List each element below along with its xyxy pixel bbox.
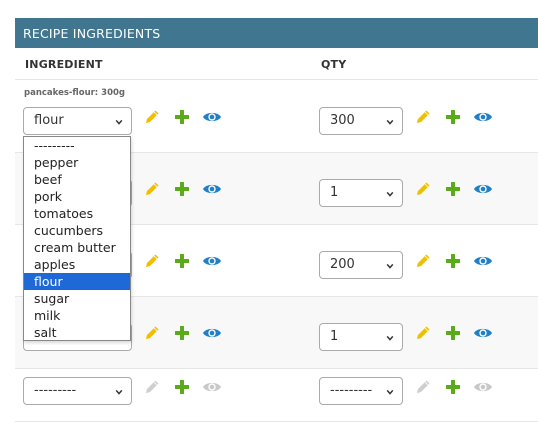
add-plus-icon[interactable] — [444, 252, 462, 270]
edit-pencil-icon[interactable] — [414, 252, 432, 270]
qty-select-value: 300 — [330, 113, 355, 128]
view-eye-icon[interactable] — [473, 254, 493, 268]
add-plus-icon[interactable] — [173, 324, 191, 342]
view-eye-icon — [202, 380, 222, 394]
chevron-down-icon — [386, 262, 394, 270]
add-plus-icon[interactable] — [444, 108, 462, 126]
original-text: pancakes-flour: 300g — [24, 88, 125, 98]
ingredient-select-value: flour — [34, 113, 64, 128]
dropdown-option[interactable]: tomatoes — [24, 205, 130, 222]
dropdown-option[interactable]: cream butter — [24, 239, 130, 256]
edit-pencil-icon[interactable] — [143, 180, 161, 198]
view-eye-icon — [473, 380, 493, 394]
qty-select-value: 1 — [330, 185, 339, 200]
edit-pencil-icon[interactable] — [414, 108, 432, 126]
qty-select[interactable]: 300 — [319, 107, 403, 135]
edit-pencil-icon[interactable] — [143, 324, 161, 342]
edit-pencil-icon[interactable] — [414, 180, 432, 198]
add-plus-icon[interactable] — [173, 108, 191, 126]
row-divider — [15, 368, 538, 369]
qty-select-value: 200 — [330, 257, 355, 272]
qty-select-value: 1 — [330, 329, 339, 344]
dropdown-option[interactable]: pepper — [24, 154, 130, 171]
add-plus-icon[interactable] — [173, 180, 191, 198]
view-eye-icon[interactable] — [202, 182, 222, 196]
ingredient-select[interactable]: --------- — [23, 377, 132, 405]
chevron-down-icon — [386, 334, 394, 342]
ingredient-select[interactable]: flour — [23, 107, 132, 135]
view-eye-icon[interactable] — [473, 110, 493, 124]
dropdown-option-selected[interactable]: flour — [24, 273, 130, 290]
dropdown-option[interactable]: apples — [24, 256, 130, 273]
add-plus-icon[interactable] — [173, 378, 191, 396]
edit-pencil-icon[interactable] — [414, 324, 432, 342]
view-eye-icon[interactable] — [473, 326, 493, 340]
dropdown-option[interactable]: beef — [24, 171, 130, 188]
section-title: RECIPE INGREDIENTS — [23, 26, 161, 41]
view-eye-icon[interactable] — [202, 254, 222, 268]
column-header-ingredient: INGREDIENT — [25, 58, 103, 71]
section-header: RECIPE INGREDIENTS — [15, 18, 538, 48]
ingredient-dropdown-list[interactable]: --------- pepper beef pork tomatoes cucu… — [23, 136, 131, 341]
chevron-down-icon — [115, 388, 123, 396]
add-plus-icon[interactable] — [444, 324, 462, 342]
edit-pencil-icon — [143, 378, 161, 396]
chevron-down-icon — [115, 118, 123, 126]
qty-select[interactable]: 1 — [319, 179, 403, 207]
row-divider — [15, 79, 538, 80]
qty-select-value: --------- — [330, 383, 373, 398]
dropdown-option[interactable]: --------- — [24, 137, 130, 154]
dropdown-option[interactable]: salt — [24, 324, 130, 341]
chevron-down-icon — [386, 190, 394, 198]
qty-select[interactable]: --------- — [319, 377, 403, 405]
row-divider — [15, 421, 538, 422]
view-eye-icon[interactable] — [202, 326, 222, 340]
view-eye-icon[interactable] — [202, 110, 222, 124]
qty-select[interactable]: 200 — [319, 251, 403, 279]
add-plus-icon[interactable] — [444, 378, 462, 396]
add-plus-icon[interactable] — [444, 180, 462, 198]
chevron-down-icon — [386, 118, 394, 126]
dropdown-option[interactable]: milk — [24, 307, 130, 324]
chevron-down-icon — [386, 388, 394, 396]
column-header-qty: QTY — [321, 58, 347, 71]
qty-select[interactable]: 1 — [319, 323, 403, 351]
edit-pencil-icon[interactable] — [143, 252, 161, 270]
dropdown-option[interactable]: sugar — [24, 290, 130, 307]
add-plus-icon[interactable] — [173, 252, 191, 270]
dropdown-option[interactable]: pork — [24, 188, 130, 205]
edit-pencil-icon — [414, 378, 432, 396]
dropdown-option[interactable]: cucumbers — [24, 222, 130, 239]
view-eye-icon[interactable] — [473, 182, 493, 196]
ingredient-select-value: --------- — [34, 383, 77, 398]
edit-pencil-icon[interactable] — [143, 108, 161, 126]
